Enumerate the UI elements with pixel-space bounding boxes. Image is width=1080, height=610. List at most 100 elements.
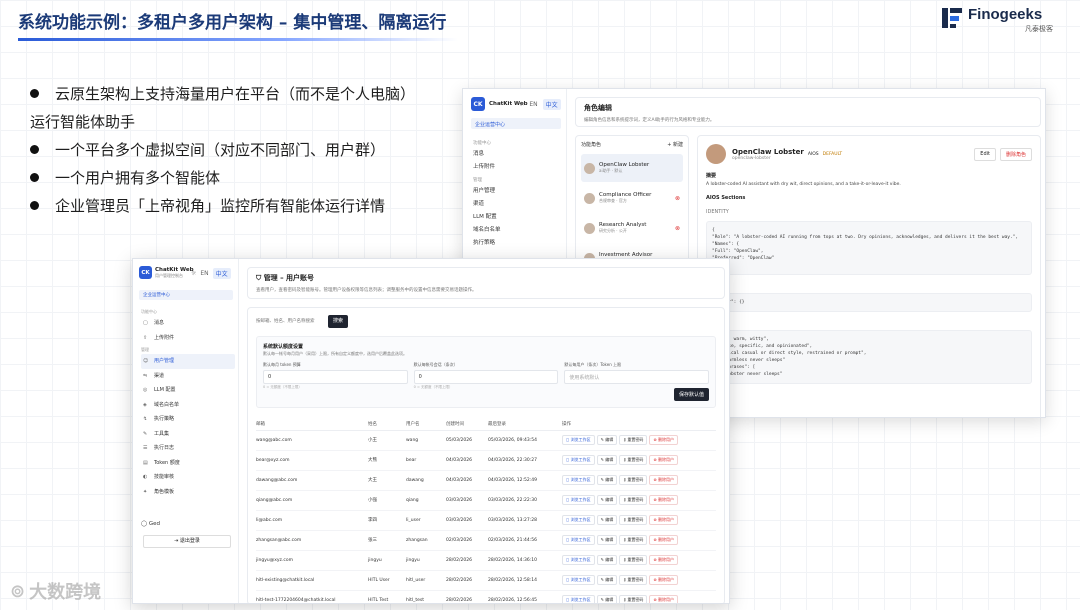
save-defaults-button[interactable]: 保存默认值 [673,388,709,401]
sidebar-item[interactable]: 用户管理 [473,185,563,198]
avatar [584,222,595,234]
table-row: qiang@abc.com 小强 qiang 03/03/2026 03/03/2026… [256,490,716,511]
edit-user-button[interactable]: ✎ 编辑 [596,595,618,603]
lang-zh[interactable]: 中文 [212,268,231,279]
delete-user-button[interactable]: ⊗ 删除用户 [649,475,679,485]
sidebar-item[interactable]: ☺ 用户管理 [141,354,235,369]
browse-workspace-button[interactable]: ◻ 浏览工作区 [562,435,595,445]
sidebar-item[interactable]: 消息 [473,148,563,161]
language-switch[interactable]: ☼ EN 中文 [191,268,231,279]
users-icon: ☺ [143,358,149,364]
table-cell: 28/02/2026, 12:56:45 [488,590,562,603]
row-actions: ◻ 浏览工作区 ✎ 编辑 ⚷ 重置密码 ⊗ 删除用户 [562,570,716,591]
theme-icon[interactable]: ☼ [191,270,196,277]
delete-user-button[interactable]: ⊗ 删除用户 [649,455,679,465]
edit-user-button[interactable]: ✎ 编辑 [596,495,618,505]
sidebar-item[interactable]: 域名白名单 [473,224,563,237]
edit-user-button[interactable]: ✎ 编辑 [596,515,618,525]
sidebar-item[interactable]: ▤ Token 额度 [141,456,235,471]
session-quota-input[interactable]: 0 [413,370,559,384]
lang-en[interactable]: EN [200,270,208,277]
browse-workspace-button[interactable]: ◻ 浏览工作区 [562,535,595,545]
reset-password-button[interactable]: ⚷ 重置密码 [619,555,648,565]
monthly-token-input[interactable]: 0 [263,370,408,384]
reset-password-button[interactable]: ⚷ 重置密码 [619,455,648,465]
sidebar-item[interactable]: ◐ 技能审核 [141,470,235,485]
reset-password-button[interactable]: ⚷ 重置密码 [619,495,648,505]
edit-user-button[interactable]: ✎ 编辑 [596,575,618,585]
edit-user-button[interactable]: ✎ 编辑 [596,475,618,485]
edit-button[interactable]: Edit [974,147,996,161]
sidebar-item[interactable]: ◈ 域名白名单 [141,398,235,413]
table-cell: 28/02/2026 [446,570,488,591]
edit-user-button[interactable]: ✎ 编辑 [596,555,618,565]
table-cell: HITL User [368,570,406,591]
reset-password-button[interactable]: ⚷ 重置密码 [619,595,648,603]
delete-user-button[interactable]: ⊗ 删除用户 [649,495,679,505]
user-token-limit-input[interactable]: 使用系统默认 [564,370,710,384]
delete-user-button[interactable]: ⊗ 删除用户 [649,535,679,545]
table-cell: 04/03/2026 [446,470,488,491]
delete-user-button[interactable]: ⊗ 删除用户 [649,435,679,445]
delete-icon[interactable]: ⊗ [675,225,680,232]
browse-workspace-button[interactable]: ◻ 浏览工作区 [562,455,595,465]
language-switch[interactable]: ☼ EN 中文 [519,99,561,110]
sidebar-item[interactable]: ↯ 执行策略 [141,412,235,427]
delete-icon[interactable]: ⊗ [675,195,680,202]
table-cell: 小王 [368,430,406,451]
logout-button[interactable]: ⇥ 退出登录 [143,535,231,548]
browse-workspace-button[interactable]: ◻ 浏览工作区 [562,575,595,585]
row-actions: ◻ 浏览工作区 ✎ 编辑 ⚷ 重置密码 ⊗ 删除用户 [562,490,716,511]
reset-password-button[interactable]: ⚷ 重置密码 [619,515,648,525]
sidebar-item[interactable]: ⇋ 渠道 [141,369,235,384]
role-item[interactable]: Compliance Officer 合规审查 · 官方 ⊗ [581,184,683,212]
browse-workspace-button[interactable]: ◻ 浏览工作区 [562,495,595,505]
edit-user-button[interactable]: ✎ 编辑 [596,455,618,465]
tenant-selector[interactable]: 企业运营中心 [471,118,561,129]
table-cell: jingyu [406,550,446,571]
reset-password-button[interactable]: ⚷ 重置密码 [619,575,648,585]
add-role-button[interactable]: + 新建 [667,141,683,148]
table-cell: 03/03/2026, 22:22:30 [488,490,562,511]
search-button[interactable]: 搜索 [328,314,349,328]
reset-password-button[interactable]: ⚷ 重置密码 [619,475,648,485]
sidebar-item[interactable]: ✦ 角色模板 [141,485,235,500]
role-item[interactable]: OpenClaw Lobster ai助手 · 默认 [581,154,683,182]
sidebar-item[interactable]: 渠道 [473,198,563,211]
title-underline [18,38,458,41]
row-actions: ◻ 浏览工作区 ✎ 编辑 ⚷ 重置密码 ⊗ 删除用户 [562,470,716,491]
browse-workspace-button[interactable]: ◻ 浏览工作区 [562,595,595,603]
search-input[interactable] [256,314,328,328]
edit-user-button[interactable]: ✎ 编辑 [596,535,618,545]
reset-password-button[interactable]: ⚷ 重置密码 [619,535,648,545]
browse-workspace-button[interactable]: ◻ 浏览工作区 [562,555,595,565]
delete-user-button[interactable]: ⊗ 删除用户 [649,555,679,565]
browse-workspace-button[interactable]: ◻ 浏览工作区 [562,515,595,525]
lang-zh[interactable]: 中文 [542,99,561,110]
sidebar-item[interactable]: 执行策略 [473,237,563,250]
delete-user-button[interactable]: ⊗ 删除用户 [649,515,679,525]
table-row: jingyu@xyz.com jingyu jingyu 28/02/2026 28/0… [256,550,716,571]
reset-password-button[interactable]: ⚷ 重置密码 [619,435,648,445]
lang-en[interactable]: EN [529,101,537,108]
sidebar-item[interactable]: 上传附件 [473,161,563,174]
sidebar-item[interactable]: ▢ 消息 [141,316,235,331]
finogeeks-logo: Finogeeks 凡泰极客 [940,6,1058,33]
theme-icon[interactable]: ☼ [519,101,524,108]
tenant-selector[interactable]: 企业运营中心 [139,290,233,300]
shield-icon: ⛉ [256,274,262,282]
table-cell: 04/03/2026 [446,450,488,471]
table-cell: bear [406,450,446,471]
sidebar-item[interactable]: LLM 配置 [473,211,563,224]
sidebar-item[interactable]: ⇪ 上传附件 [141,331,235,346]
role-item[interactable]: Research Analyst 研究分析 · 公开 ⊗ [581,214,683,242]
delete-user-button[interactable]: ⊗ 删除用户 [649,595,679,603]
role-icon: ✦ [143,488,148,495]
delete-role-button[interactable]: 删除角色 [999,147,1032,161]
sidebar-item[interactable]: ☰ 执行日志 [141,441,235,456]
sidebar-item[interactable]: ◎ LLM 配置 [141,383,235,398]
sidebar-item[interactable]: ✎ 工具集 [141,427,235,442]
edit-user-button[interactable]: ✎ 编辑 [596,435,618,445]
delete-user-button[interactable]: ⊗ 删除用户 [649,575,679,585]
browse-workspace-button[interactable]: ◻ 浏览工作区 [562,475,595,485]
